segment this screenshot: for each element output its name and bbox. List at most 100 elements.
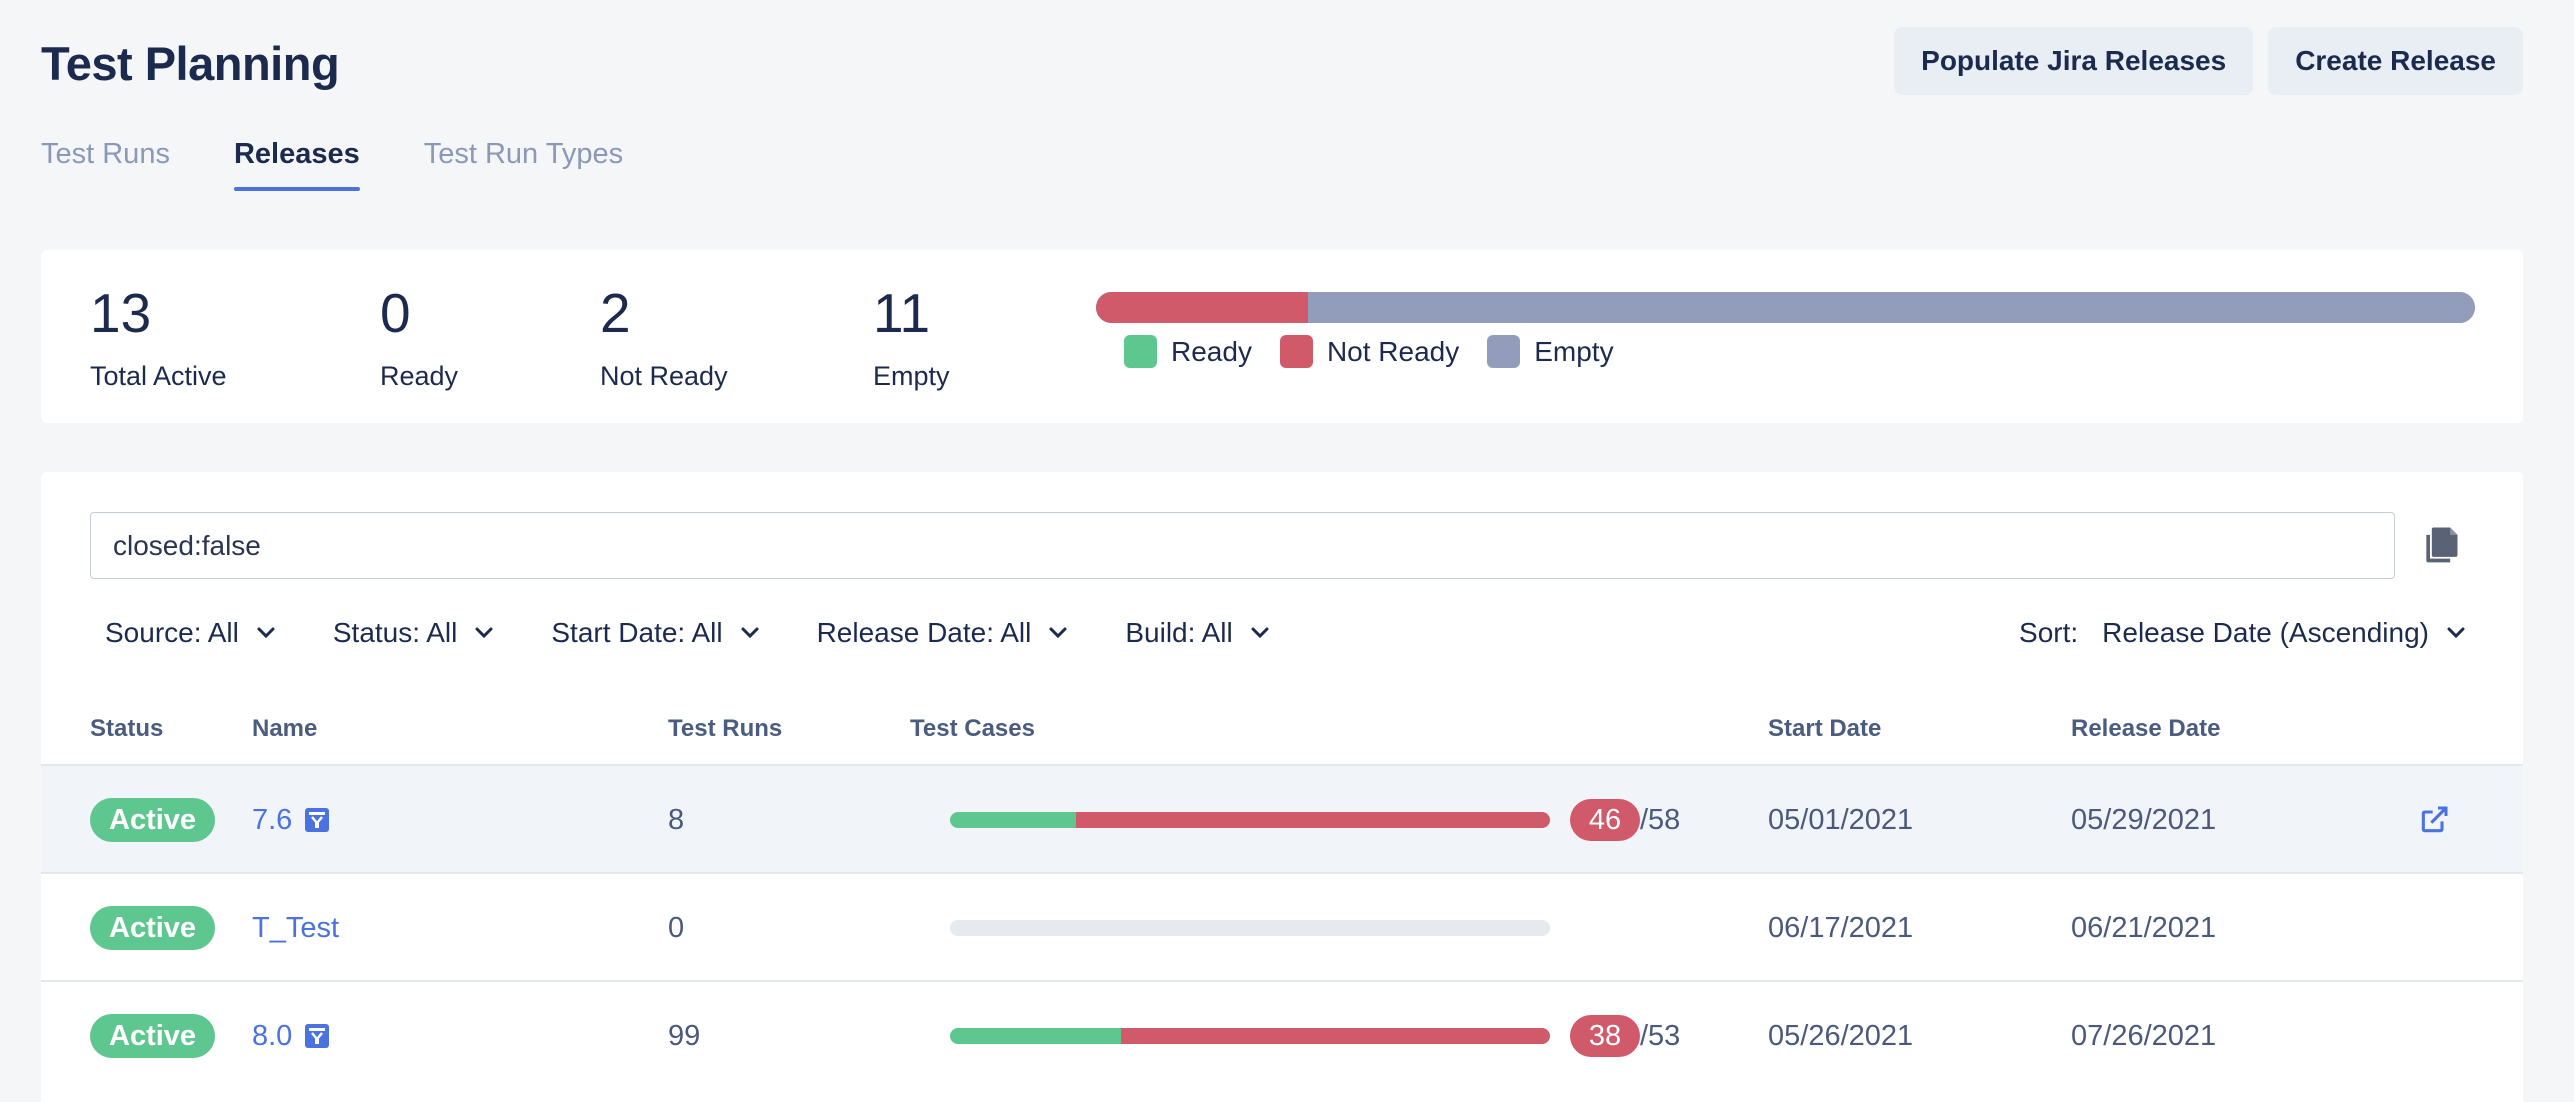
copy-icon[interactable] — [2419, 522, 2463, 566]
test-case-count-cell: 38 /53 — [1570, 982, 1680, 1090]
stat-value: 13 — [90, 282, 152, 344]
chevron-down-icon — [2447, 627, 2465, 639]
chevron-down-icon — [1049, 627, 1067, 639]
stat-label: Not Ready — [600, 361, 728, 391]
filter-release-date[interactable]: Release Date: All — [817, 617, 1068, 649]
search-input[interactable] — [90, 512, 2395, 579]
filter-label: Build: All — [1125, 617, 1233, 648]
sort-label: Sort: — [2019, 617, 2079, 648]
filter-source[interactable]: Source: All — [105, 617, 275, 649]
table-row[interactable]: Active 8.0 99 38 /53 05/26/2021 07/26/20… — [41, 980, 2523, 1088]
failing-count-pill: 46 — [1570, 799, 1640, 841]
releases-list-card: Source: All Status: All Start Date: All … — [41, 472, 2523, 1102]
status-badge: Active — [90, 798, 216, 842]
chevron-down-icon — [475, 627, 493, 639]
status-cell: Active — [90, 982, 216, 1090]
name-cell: 8.0 — [252, 982, 330, 1090]
status-badge: Active — [90, 1014, 216, 1058]
total-count: /58 — [1640, 803, 1681, 836]
jira-release-icon — [305, 1024, 330, 1048]
stat-value: 2 — [600, 282, 631, 344]
tab-test-runs[interactable]: Test Runs — [41, 138, 170, 191]
bar-segment-failed — [1121, 1028, 1550, 1044]
stat-label: Total Active — [90, 361, 227, 391]
test-case-progress-bar — [950, 920, 1550, 936]
legend-not-ready: Not Ready — [1279, 335, 1460, 368]
page-title: Test Planning — [41, 37, 340, 90]
stat-ready: 0 Ready — [380, 286, 458, 392]
release-date-cell: 07/26/2021 — [2071, 1019, 2217, 1052]
bar-segment-not-ready — [1096, 292, 1309, 323]
stat-value: 11 — [873, 282, 931, 344]
start-date-cell: 05/26/2021 — [1768, 1019, 1914, 1052]
summary-card: 13 Total Active 0 Ready 2 Not Ready 11 E… — [41, 250, 2523, 423]
release-date-cell: 06/21/2021 — [2071, 911, 2217, 944]
filter-label: Start Date: All — [551, 617, 723, 648]
legend-swatch-not-ready — [1279, 335, 1313, 368]
create-release-button[interactable]: Create Release — [2268, 27, 2523, 95]
legend-label: Empty — [1534, 335, 1614, 367]
filter-build[interactable]: Build: All — [1125, 617, 1269, 649]
filter-bar: Source: All Status: All Start Date: All … — [105, 617, 1269, 649]
jira-release-icon — [305, 808, 330, 832]
release-date-cell: 05/29/2021 — [2071, 803, 2217, 836]
tab-bar: Test Runs Releases Test Run Types — [41, 138, 623, 191]
stat-total-active: 13 Total Active — [90, 286, 227, 392]
filter-label: Source: All — [105, 617, 239, 648]
table-header: Status Name Test Runs Test Cases Start D… — [41, 715, 2523, 755]
sort-value: Release Date (Ascending) — [2102, 617, 2429, 648]
status-cell: Active — [90, 874, 216, 982]
column-header-start-date[interactable]: Start Date — [1768, 715, 1881, 743]
release-status-bar — [1096, 292, 2475, 323]
legend-ready: Ready — [1124, 335, 1252, 368]
tab-test-run-types[interactable]: Test Run Types — [424, 138, 623, 191]
stat-label: Ready — [380, 361, 459, 391]
bar-segment-passed — [950, 812, 1076, 828]
chevron-down-icon — [257, 627, 275, 639]
legend-swatch-ready — [1124, 335, 1157, 368]
bar-segment-passed — [950, 1028, 1121, 1044]
test-runs-cell: 8 — [668, 803, 685, 836]
stat-value: 0 — [380, 282, 411, 344]
stat-empty: 11 Empty — [873, 286, 950, 392]
top-actions: Populate Jira Releases Create Release — [1894, 27, 2523, 95]
table-row[interactable]: Active 7.6 8 46 /58 05/01/2021 05/29/202… — [41, 764, 2523, 872]
legend-empty: Empty — [1487, 335, 1614, 368]
stat-not-ready: 2 Not Ready — [600, 286, 728, 392]
name-cell: 7.6 — [252, 766, 330, 874]
test-runs-cell: 99 — [668, 1019, 701, 1052]
filter-start-date[interactable]: Start Date: All — [551, 617, 759, 649]
test-case-count-cell: 46 /58 — [1570, 766, 1680, 874]
external-link-cell — [2418, 766, 2450, 874]
column-header-status[interactable]: Status — [90, 715, 163, 743]
tab-releases[interactable]: Releases — [233, 138, 360, 191]
column-header-release-date[interactable]: Release Date — [2071, 715, 2220, 743]
test-case-progress-bar — [950, 1028, 1550, 1044]
populate-jira-releases-button[interactable]: Populate Jira Releases — [1894, 27, 2254, 95]
test-runs-cell: 0 — [668, 911, 685, 944]
chevron-down-icon — [741, 627, 759, 639]
bar-segment-empty — [1308, 292, 2475, 323]
chevron-down-icon — [1251, 627, 1269, 639]
release-name-link[interactable]: 7.6 — [252, 804, 292, 837]
legend-swatch-empty — [1487, 335, 1521, 368]
column-header-test-runs[interactable]: Test Runs — [668, 715, 782, 743]
failing-count-pill: 38 — [1570, 1015, 1640, 1057]
name-cell: T_Test — [252, 874, 339, 982]
release-name-link[interactable]: 8.0 — [252, 1020, 292, 1053]
filter-status[interactable]: Status: All — [333, 617, 494, 649]
filter-label: Status: All — [332, 617, 458, 648]
total-count: /53 — [1640, 1019, 1681, 1052]
sort-dropdown[interactable]: Sort: Release Date (Ascending) — [2019, 617, 2465, 649]
external-link-icon[interactable] — [2418, 804, 2450, 836]
test-case-progress-bar — [950, 812, 1550, 828]
start-date-cell: 06/17/2021 — [1768, 911, 1914, 944]
release-name-link[interactable]: T_Test — [252, 912, 339, 945]
filter-label: Release Date: All — [816, 617, 1032, 648]
status-badge: Active — [90, 906, 216, 950]
column-header-test-cases[interactable]: Test Cases — [910, 715, 1035, 743]
legend-label: Not Ready — [1326, 335, 1460, 367]
stat-label: Empty — [873, 361, 950, 391]
table-row[interactable]: Active T_Test 0 06/17/2021 06/21/2021 — [41, 872, 2523, 980]
column-header-name[interactable]: Name — [252, 715, 317, 743]
